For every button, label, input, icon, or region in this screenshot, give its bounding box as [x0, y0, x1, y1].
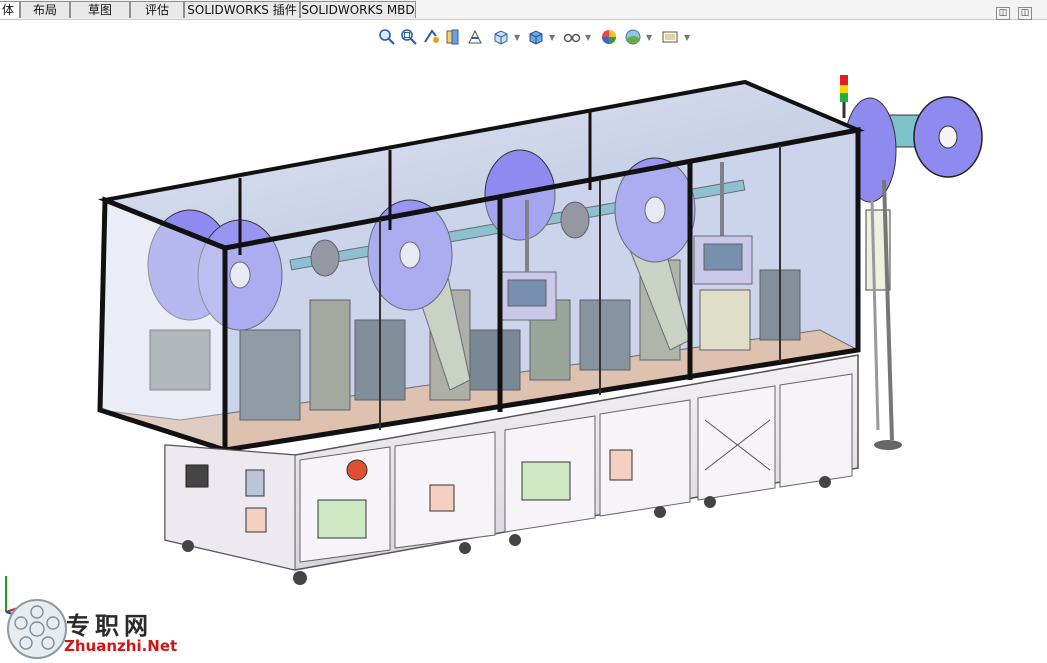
unwind-stand: [843, 96, 983, 450]
zoom-to-area-icon[interactable]: [399, 27, 419, 47]
chevron-down-icon[interactable]: ▼: [646, 34, 652, 42]
command-manager-tabs: 体 布局 草图 评估 SOLIDWORKS 插件 SOLIDWORKS MBD …: [0, 0, 1047, 20]
zoom-to-fit-icon[interactable]: [377, 27, 397, 47]
signal-tower-right: [840, 75, 848, 118]
tab-solidworks-mbd[interactable]: SOLIDWORKS MBD: [300, 1, 416, 18]
edit-appearance-icon[interactable]: [599, 27, 619, 47]
view-settings-icon[interactable]: [660, 27, 680, 47]
chevron-down-icon[interactable]: ▼: [585, 34, 591, 42]
tab-solidworks-addins[interactable]: SOLIDWORKS 插件: [184, 1, 300, 18]
tab-layout[interactable]: 布局: [20, 1, 70, 18]
restore-right-icon[interactable]: ◫: [1018, 7, 1032, 20]
watermark-logo: [7, 599, 67, 659]
restore-left-icon[interactable]: ◫: [996, 7, 1010, 20]
watermark-text-en: Zhuanzhi.Net: [64, 637, 178, 655]
tab-evaluate[interactable]: 评估: [130, 1, 184, 18]
chevron-down-icon[interactable]: ▼: [684, 34, 690, 42]
previous-view-icon[interactable]: [421, 27, 441, 47]
display-style-icon[interactable]: [526, 27, 546, 47]
watermark-text-cn: 专职网: [66, 612, 153, 640]
view-orientation-icon[interactable]: [491, 27, 511, 47]
tab-sketch[interactable]: 草图: [70, 1, 130, 18]
section-view-icon[interactable]: [443, 27, 463, 47]
dynamic-annotation-view-icon[interactable]: [465, 27, 485, 47]
hide-show-items-icon[interactable]: [562, 27, 582, 47]
apply-scene-icon[interactable]: [623, 27, 643, 47]
tab-body[interactable]: 体: [0, 1, 20, 18]
graphics-area[interactable]: [0, 20, 1047, 663]
model-view: [97, 75, 983, 585]
chevron-down-icon[interactable]: ▼: [549, 34, 555, 42]
chevron-down-icon[interactable]: ▼: [514, 34, 520, 42]
